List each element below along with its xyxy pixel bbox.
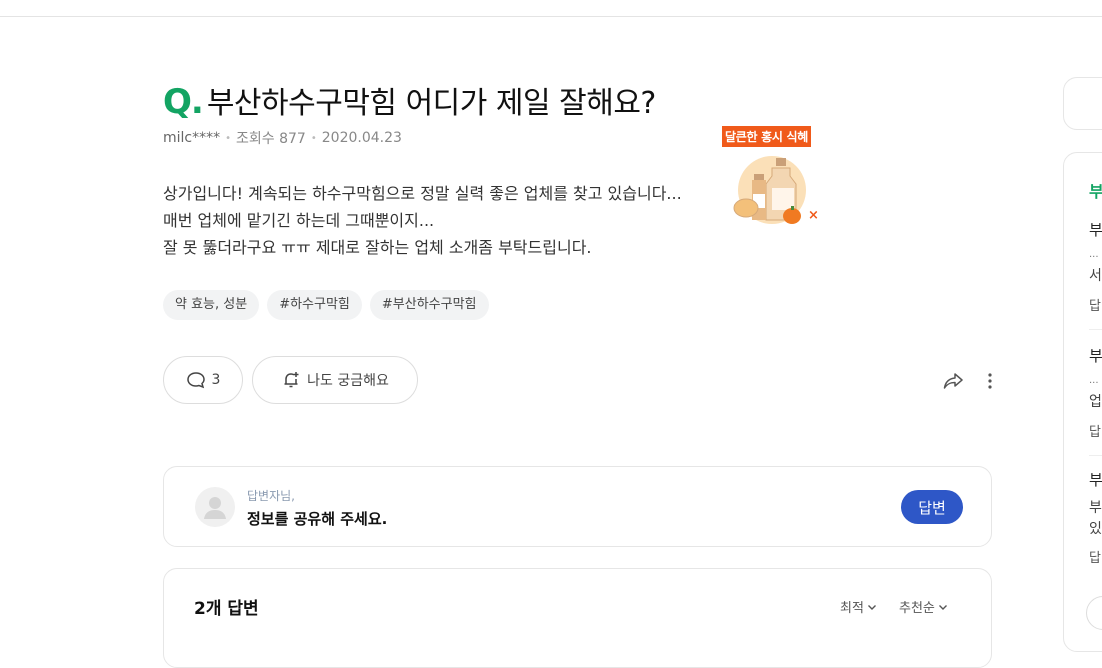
question-header: Q. 부산하수구막힘 어디가 제일 잘해요? (163, 78, 656, 122)
sidebar-page-button[interactable] (1086, 596, 1102, 630)
answer-button[interactable]: 답변 (901, 490, 963, 524)
user-silhouette-icon (204, 497, 226, 519)
share-icon[interactable] (942, 370, 964, 392)
chevron-down-icon (867, 604, 876, 610)
sort-latest-label: 최적 (840, 601, 864, 616)
curious-button[interactable]: 나도 궁금해요 (252, 356, 418, 404)
answers-section: 2개 답변 최적 추천순 (163, 568, 992, 668)
prompt-subtitle: 답변자님, (247, 489, 295, 503)
body-line: 잘 못 뚫더라구요 ㅠㅠ 제대로 잘하는 업체 소개좀 부탁드립니다. (163, 238, 592, 257)
view-count: 조회수 877 (236, 131, 306, 147)
related-item-answer: 답 (1089, 299, 1101, 314)
related-divider (1089, 329, 1102, 330)
chevron-down-icon (938, 604, 947, 610)
related-item-ellipsis: ... (1089, 375, 1099, 386)
related-item-title[interactable]: 부 (1089, 345, 1102, 366)
tag-chip[interactable]: #하수구막힘 (267, 290, 362, 320)
sort-recommend-dropdown[interactable]: 추천순 (899, 597, 949, 616)
drink-bottle-image[interactable] (732, 148, 810, 226)
bell-plus-icon (284, 372, 299, 388)
tag-list: 약 효능, 성분 #하수구막힘 #부산하수구막힘 (163, 290, 489, 320)
ad-label[interactable]: 달큰한 홍시 식혜 (722, 126, 811, 147)
related-item-title[interactable]: 부 (1089, 469, 1102, 490)
related-item-answer: 답 (1089, 425, 1101, 440)
post-date: 2020.04.23 (321, 130, 402, 146)
ad-close-icon[interactable]: × (808, 208, 819, 223)
related-item-snippet: 있 (1089, 521, 1102, 537)
related-item-snippet: 업 (1089, 394, 1102, 410)
avatar (195, 487, 235, 527)
author-id[interactable]: milc**** (163, 130, 220, 146)
comment-count: 3 (211, 372, 221, 388)
meta-separator: • (225, 132, 232, 144)
related-divider (1089, 455, 1102, 456)
related-item-snippet: 서 (1089, 268, 1102, 284)
question-title: 부산하수구막힘 어디가 제일 잘해요? (206, 86, 657, 121)
answers-count: 2개 답변 (194, 599, 259, 619)
question-body: 상가입니다! 계속되는 하수구막힘으로 정말 실력 좋은 업체를 찾고 있습니다… (163, 180, 743, 261)
related-item-title[interactable]: 부 (1089, 219, 1102, 240)
related-item-snippet: 부 (1089, 500, 1102, 516)
prompt-title: 정보를 공유해 주세요. (247, 510, 388, 528)
sort-recommend-label: 추천순 (899, 601, 935, 616)
curious-label: 나도 궁금해요 (307, 373, 389, 389)
answer-prompt-card: 답변자님, 정보를 공유해 주세요. 답변 (163, 466, 992, 547)
body-line: 매번 업체에 맡기긴 하는데 그때뿐이지... (163, 211, 435, 230)
question-meta: milc**** • 조회수 877 • 2020.04.23 (163, 128, 402, 148)
body-line: 상가입니다! 계속되는 하수구막힘으로 정말 실력 좋은 업체를 찾고 있습니다… (163, 184, 682, 203)
comment-icon (186, 372, 205, 389)
related-item-ellipsis: ... (1089, 249, 1099, 260)
tag-chip[interactable]: 약 효능, 성분 (163, 290, 260, 320)
comment-button[interactable]: 3 (163, 356, 243, 404)
related-item-answer: 답 (1089, 551, 1101, 566)
related-questions-panel: 부 부 ... 서 답 부 ... 업 답 부 부 있 답 (1063, 152, 1102, 652)
meta-separator: • (310, 132, 317, 144)
related-title: 부 (1089, 178, 1102, 202)
question-mark: Q. (163, 82, 204, 122)
sort-latest-dropdown[interactable]: 최적 (840, 597, 878, 616)
tag-chip[interactable]: #부산하수구막힘 (369, 290, 489, 320)
more-options-icon[interactable] (982, 370, 998, 392)
sidebar-top-box[interactable] (1063, 77, 1102, 130)
top-divider (0, 16, 1102, 17)
